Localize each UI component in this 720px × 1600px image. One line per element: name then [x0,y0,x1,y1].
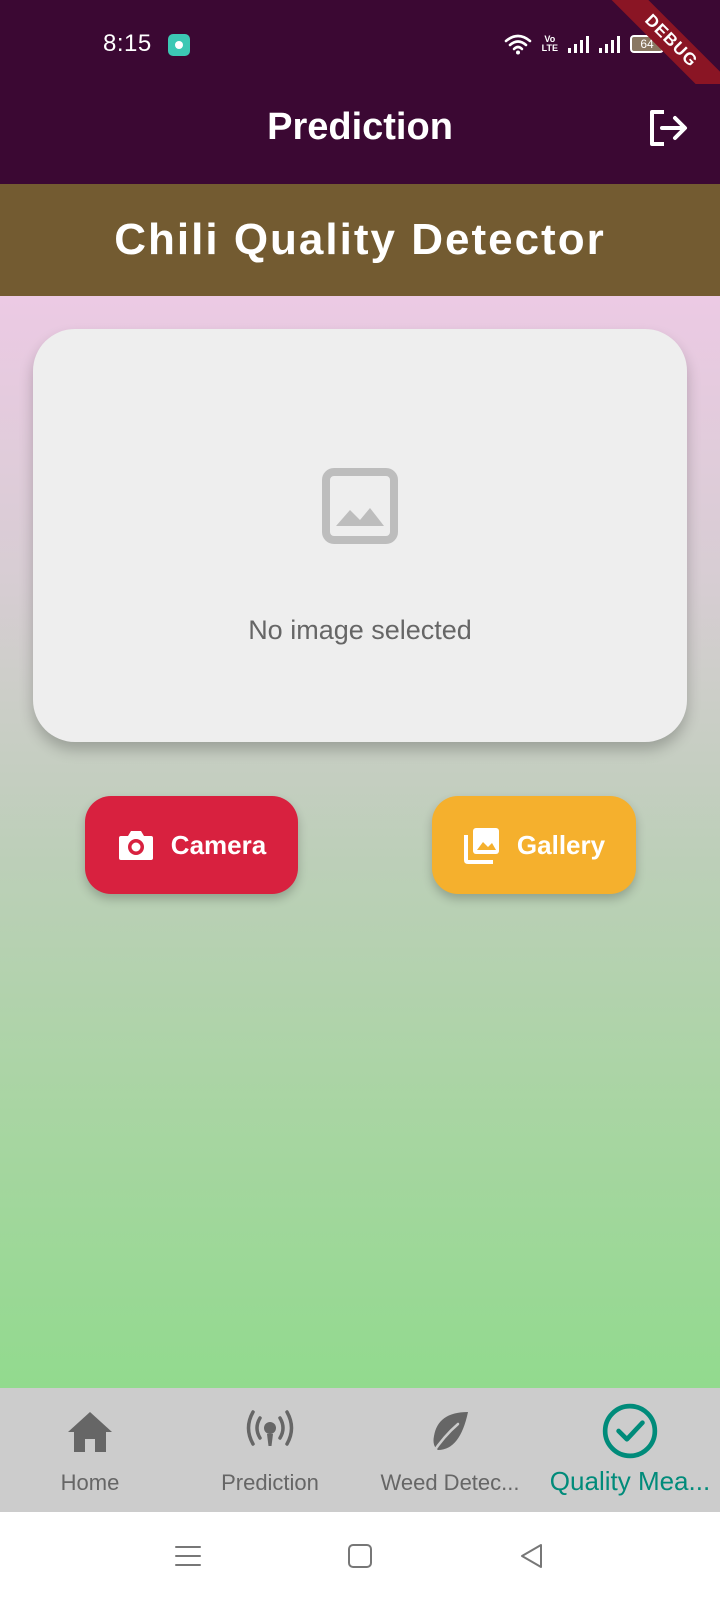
no-image-message: No image selected [248,615,472,645]
system-navigation-bar [0,1512,720,1600]
bottom-navigation: Home Prediction Weed Detec... Quality Me… [0,1388,720,1512]
nav-label-weed-detection: Weed Detec... [380,1470,520,1495]
volte-label-bottom: LTE [541,43,558,53]
camera-button-label: Camera [170,829,267,860]
leaf-icon [430,1412,468,1456]
page-title: Prediction [267,106,453,148]
signal-icon-2 [599,35,620,53]
status-time: 8:15 [103,30,152,57]
status-bar: 8:15 Vo LTE 64 [0,0,720,84]
image-preview-card: No image selected [33,329,687,742]
header-band: Chili Quality Detector [0,184,720,296]
home-square-icon[interactable] [344,1540,376,1572]
app-notification-icon [168,34,190,56]
photo-library-icon [463,828,499,864]
nav-item-quality-measure[interactable]: Quality Mea... [540,1388,720,1512]
menu-icon[interactable] [172,1540,204,1572]
status-indicators: Vo LTE 64 [504,30,667,58]
camera-icon [118,831,153,860]
nav-label-home: Home [60,1470,120,1495]
nav-label-prediction: Prediction [221,1470,319,1495]
nav-item-prediction[interactable]: Prediction [180,1388,360,1512]
nav-item-weed-detection[interactable]: Weed Detec... [360,1388,540,1512]
app-bar: Prediction [0,84,720,184]
nav-label-quality-measure: Quality Mea... [549,1466,711,1496]
wifi-icon [504,34,531,55]
battery-icon: 64 [630,35,667,53]
gallery-button-label: Gallery [516,829,606,860]
sensors-icon [246,1410,294,1446]
check-circle-icon [602,1403,658,1459]
gallery-button[interactable]: Gallery [432,796,636,894]
nav-item-home[interactable]: Home [0,1388,180,1512]
logout-icon[interactable] [644,104,692,152]
home-icon [68,1412,112,1452]
signal-icon-1 [568,35,589,53]
camera-button[interactable]: Camera [85,796,298,894]
back-icon[interactable] [516,1540,548,1572]
image-icon [322,468,398,544]
detector-title: Chili Quality Detector [114,215,606,264]
volte-indicator: Vo LTE [542,35,558,53]
content-area: No image selected Camera Gallery [0,296,720,1388]
